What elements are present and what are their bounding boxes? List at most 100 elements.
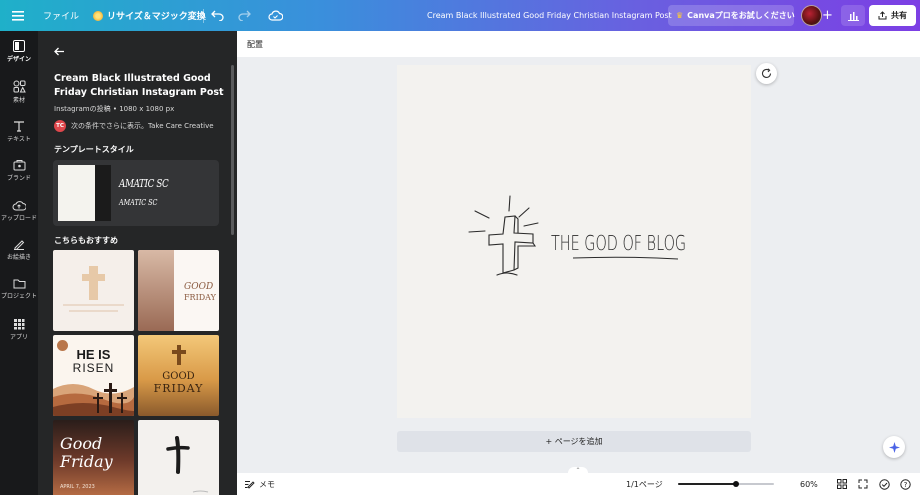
redo-icon[interactable] — [238, 0, 251, 31]
template-thumb[interactable] — [53, 250, 134, 331]
hamburger-menu-icon[interactable] — [12, 0, 24, 31]
layout-icon — [13, 40, 25, 52]
author-text: 次の条件でさらに表示。Take Care Creative — [71, 122, 214, 130]
grid-view-icon[interactable] — [837, 473, 847, 495]
rail-item-brand[interactable]: ブランド — [0, 159, 38, 182]
sparkle-icon — [93, 10, 103, 21]
rail-item-elements[interactable]: 素材 — [0, 80, 38, 104]
thumb-text: Friday — [60, 452, 113, 471]
rail-item-draw[interactable]: お絵描き — [0, 238, 38, 261]
refresh-design-icon[interactable] — [756, 63, 777, 84]
template-author[interactable]: TC 次の条件でさらに表示。Take Care Creative — [54, 120, 214, 132]
thumb-text: GOOD — [184, 282, 214, 292]
design-page[interactable]: THE GOD OF BLOG — [397, 65, 751, 418]
template-style-heading: テンプレートスタイル — [54, 145, 134, 154]
share-button[interactable]: 共有 — [869, 5, 916, 26]
design-panel: Cream Black Illustrated Good Friday Chri… — [38, 31, 237, 495]
template-thumb[interactable]: HE IS RISEN — [53, 335, 134, 416]
rail-item-design[interactable]: デザイン — [0, 40, 38, 63]
rail-label: 素材 — [12, 97, 25, 104]
color-swatch-black — [95, 165, 111, 221]
elements-icon — [13, 80, 26, 93]
thumb-text: FRIDAY — [184, 293, 216, 302]
add-page-button[interactable]: + ページを追加 — [397, 431, 751, 452]
template-thumb[interactable]: Good Friday APRIL 7, 2023 — [53, 420, 134, 495]
draw-icon — [14, 240, 25, 250]
template-meta: Instagramの投稿 • 1080 x 1080 px — [54, 105, 175, 113]
left-rail: デザイン 素材 テキスト ブランド アップロード お絵描き プロジェクト アプリ — [0, 31, 38, 495]
cross-illustration — [63, 266, 124, 312]
rail-item-projects[interactable]: プロジェクト — [0, 278, 38, 300]
document-title[interactable]: Cream Black Illustrated Good Friday Chri… — [427, 0, 672, 31]
magic-assistant-icon[interactable] — [883, 436, 905, 458]
thumb-text: GOOD — [162, 371, 195, 382]
color-swatch-cream — [58, 165, 95, 221]
help-icon[interactable]: ? — [900, 473, 911, 495]
notes-pencil-icon — [245, 480, 255, 489]
zoom-slider-fill — [678, 483, 736, 485]
fullscreen-icon[interactable] — [858, 473, 868, 495]
author-avatar: TC — [54, 120, 66, 132]
template-thumb[interactable] — [138, 420, 219, 495]
template-style-card[interactable]: AMATIC SC AMATIC SC — [53, 160, 219, 226]
zoom-slider-track — [678, 481, 774, 487]
template-title: Cream Black Illustrated Good Friday Chri… — [54, 73, 224, 98]
check-status-icon[interactable] — [879, 473, 890, 495]
canva-pro-trial-button[interactable]: ♛ Canvaプロをお試しください — [668, 5, 795, 26]
cloud-save-icon[interactable] — [268, 0, 283, 31]
share-upload-icon — [878, 11, 887, 20]
panel-scrollbar[interactable] — [231, 65, 234, 235]
top-bar: ファイル リサイズ＆マジック変換 Cream Black Illustrated… — [0, 0, 920, 31]
rail-label: お絵描き — [6, 254, 31, 261]
zoom-slider-handle[interactable] — [732, 481, 739, 487]
avatar[interactable] — [801, 5, 822, 26]
svg-text:?: ? — [904, 481, 908, 489]
template-thumb[interactable]: GOOD FRIDAY — [138, 250, 219, 331]
bottom-bar: メモ 1/1ページ 60% ? — [237, 473, 920, 495]
undo-icon[interactable] — [211, 0, 224, 31]
brush-cross-illustration — [166, 436, 209, 493]
resize-magic-label: リサイズ＆マジック変換 — [107, 12, 206, 22]
analytics-icon[interactable] — [841, 5, 865, 26]
page-indicator[interactable]: 1/1ページ — [626, 473, 663, 495]
zoom-level[interactable]: 60% — [800, 473, 818, 495]
rail-label: アプリ — [9, 334, 28, 341]
template-thumb[interactable]: GOOD FRIDAY — [138, 335, 219, 416]
share-label: 共有 — [891, 11, 907, 20]
crown-icon: ♛ — [676, 11, 684, 20]
divider — [203, 9, 204, 23]
font-sample-body: AMATIC SC — [119, 198, 158, 207]
rail-item-text[interactable]: テキスト — [0, 120, 38, 143]
back-arrow-icon[interactable] — [54, 41, 65, 60]
rail-label: ブランド — [6, 175, 31, 182]
rail-label: テキスト — [7, 136, 31, 143]
hills-illustration — [53, 383, 134, 416]
text-icon — [14, 121, 24, 132]
apps-icon — [14, 319, 25, 330]
rail-item-uploads[interactable]: アップロード — [0, 199, 38, 222]
file-menu[interactable]: ファイル — [43, 0, 79, 31]
context-toolbar: 配置 — [237, 31, 920, 57]
rail-label: アップロード — [0, 215, 37, 222]
zoom-slider[interactable] — [678, 473, 774, 495]
rail-item-apps[interactable]: アプリ — [0, 318, 38, 341]
font-sample-heading: AMATIC SC — [119, 177, 169, 190]
recommend-heading: こちらもおすすめ — [54, 236, 118, 245]
brand-icon — [13, 160, 25, 171]
rail-label: プロジェクト — [0, 293, 37, 300]
folder-icon — [13, 279, 25, 289]
rail-label: デザイン — [6, 56, 31, 63]
notes-label: メモ — [259, 479, 275, 489]
upload-icon — [12, 201, 26, 211]
position-button[interactable]: 配置 — [247, 39, 263, 50]
trial-label: Canvaプロをお試しください — [687, 11, 795, 20]
logo-underline — [572, 256, 679, 260]
resize-magic-button[interactable]: リサイズ＆マジック変換 — [93, 0, 206, 31]
editor-canvas-area: 配置 THE GOD OF BLOG + ページを追加 ⌃ — [237, 31, 920, 495]
thumb-text: APRIL 7, 2023 — [60, 484, 95, 490]
cloth-cross-photo — [138, 250, 174, 331]
thumb-text: Good — [60, 434, 103, 453]
thumb-text: FRIDAY — [153, 382, 204, 395]
notes-button[interactable]: メモ — [245, 473, 275, 495]
add-collaborator-icon[interactable]: + — [822, 0, 833, 31]
